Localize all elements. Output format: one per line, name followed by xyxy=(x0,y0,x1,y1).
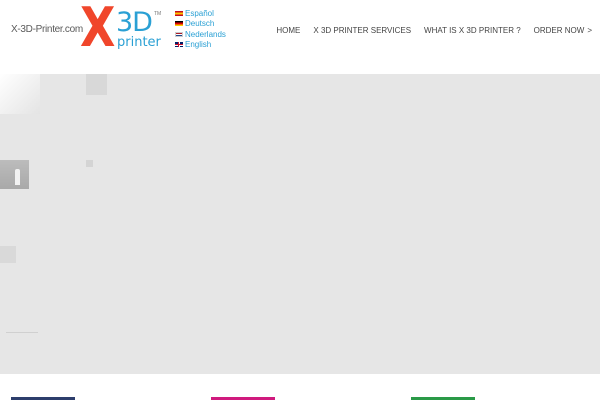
nav-what-is[interactable]: WHAT IS X 3D PRINTER ? xyxy=(424,26,521,35)
site-header: X-3D-Printer.com X 3D TM printer Español… xyxy=(0,0,600,74)
slider-image-tile xyxy=(0,74,40,114)
language-label: Deutsch xyxy=(185,19,215,29)
nav-services[interactable]: X 3D PRINTER SERVICES xyxy=(313,26,411,35)
slider-image-tile xyxy=(0,160,29,189)
slider-image-tile xyxy=(6,332,38,333)
feature-strip xyxy=(0,374,600,400)
slider-image-tile xyxy=(0,246,16,263)
language-link-deutsch[interactable]: Deutsch xyxy=(175,19,245,30)
spain-flag-icon xyxy=(175,10,183,16)
hero-slider[interactable] xyxy=(0,74,600,374)
language-link-english[interactable]: English xyxy=(175,40,245,51)
nav-home[interactable]: HOME xyxy=(276,26,300,35)
language-link-espanol[interactable]: Español xyxy=(175,8,245,19)
x3d-printer-logo[interactable]: X 3D TM printer xyxy=(80,1,172,55)
slider-image-tile xyxy=(86,74,107,95)
germany-flag-icon xyxy=(175,21,183,27)
logo-x: X xyxy=(80,0,116,59)
chevron-right-icon: > xyxy=(587,26,592,35)
statue-figure xyxy=(15,169,20,185)
language-link-nederlands[interactable]: Nederlands xyxy=(175,29,245,40)
main-nav: HOME X 3D PRINTER SERVICES WHAT IS X 3D … xyxy=(276,26,592,35)
site-name[interactable]: X-3D-Printer.com xyxy=(11,24,83,35)
language-label: Español xyxy=(185,8,214,18)
logo-trademark: TM xyxy=(154,11,162,17)
nav-order-now[interactable]: ORDER NOW > xyxy=(534,26,592,35)
logo-printer: printer xyxy=(117,35,161,50)
language-label: Nederlands xyxy=(185,29,226,39)
logo-3d: 3D xyxy=(116,7,153,38)
netherlands-flag-icon xyxy=(175,31,183,37)
language-label: English xyxy=(185,40,212,50)
slider-image-tile xyxy=(86,160,93,167)
uk-flag-icon xyxy=(175,42,183,48)
nav-order-now-label: ORDER NOW xyxy=(533,26,585,35)
language-selector: Español Deutsch Nederlands English xyxy=(175,8,245,50)
